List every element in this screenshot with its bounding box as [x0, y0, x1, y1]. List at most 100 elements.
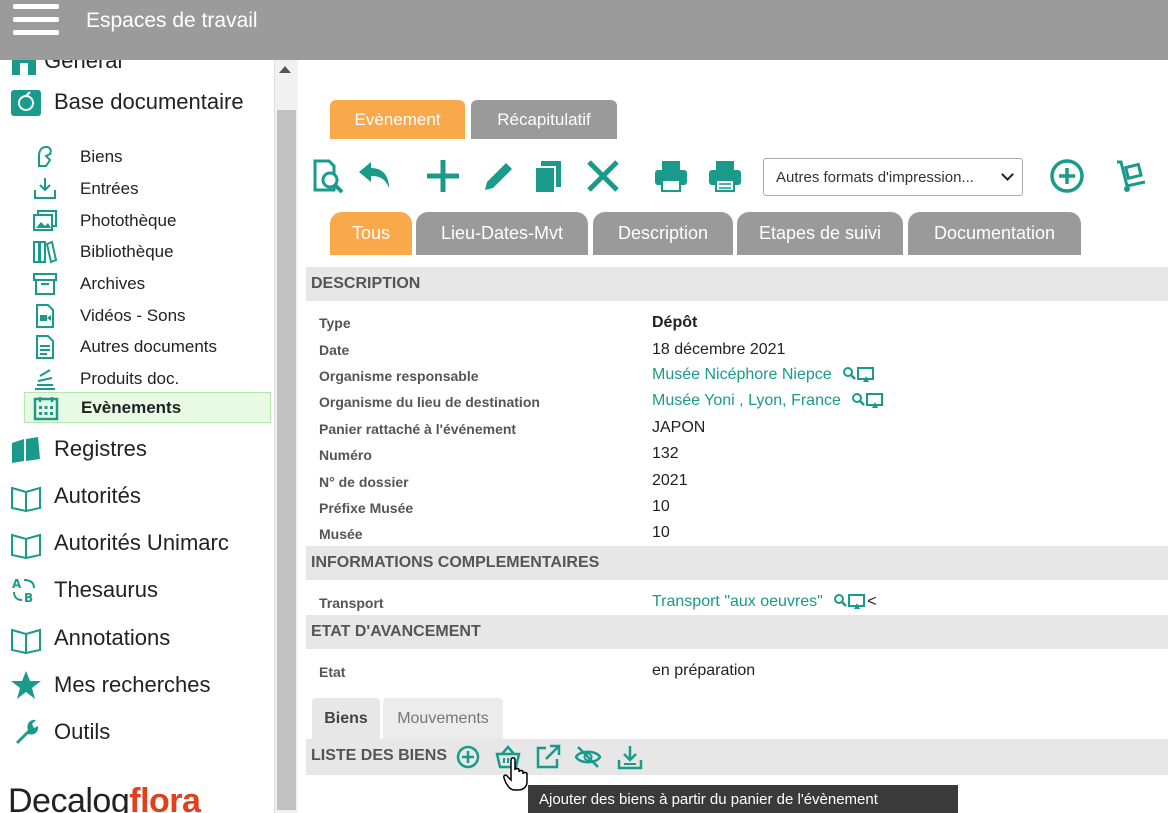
- sidebar-item-label: Bibliothèque: [80, 242, 174, 261]
- sidebar-item-outils[interactable]: Outils: [10, 716, 110, 748]
- sidebar-scrollbar[interactable]: [274, 60, 298, 813]
- sidebar-item-produits-doc[interactable]: Produits doc.: [32, 365, 179, 393]
- library-icon: [33, 240, 58, 264]
- open-book-icon: [11, 628, 41, 654]
- add-circle-button[interactable]: [1048, 156, 1086, 196]
- sidebar-item-label: Evènements: [81, 397, 182, 417]
- tab-mouvements[interactable]: Mouvements: [383, 698, 503, 739]
- stack-icon: [35, 369, 55, 390]
- search-locate-icon[interactable]: [851, 392, 885, 410]
- undo-button[interactable]: [356, 156, 394, 196]
- edit-button[interactable]: [480, 156, 518, 196]
- calendar-icon: [33, 396, 59, 420]
- open-book-icon: [11, 486, 41, 512]
- sidebar-item-label: Mes recherches: [54, 672, 211, 697]
- sidebar-item-autorites[interactable]: Autorités: [10, 480, 141, 512]
- sidebar-item-general[interactable]: Général: [10, 60, 122, 76]
- add-bien-button[interactable]: [454, 743, 482, 771]
- organisme-responsable-link[interactable]: Musée Nicéphore Niepce: [652, 366, 832, 383]
- preview-search-button[interactable]: [310, 156, 348, 196]
- field-value-panier: JAPON: [652, 419, 706, 436]
- tab-description[interactable]: Description: [593, 212, 733, 255]
- thesaurus-icon: AB: [12, 577, 35, 605]
- sidebar-item-label: Outils: [54, 719, 111, 744]
- tab-lieu-dates-mvt[interactable]: Lieu-Dates-Mvt: [416, 212, 588, 255]
- print-formats-select[interactable]: Autres formats d'impression...: [763, 158, 1023, 196]
- sidebar-item-registres[interactable]: Registres: [10, 433, 147, 465]
- sidebar-item-autorites-unimarc[interactable]: Autorités Unimarc: [10, 527, 229, 559]
- sidebar-item-mes-recherches[interactable]: Mes recherches: [10, 669, 211, 701]
- top-bar: Espaces de travail: [0, 0, 1168, 60]
- field-value-date: 18 décembre 2021: [652, 341, 786, 358]
- liste-des-biens-header: LISTE DES BIENS: [306, 739, 1168, 775]
- inbox-icon: [34, 178, 56, 199]
- sidebar-item-entrees[interactable]: Entrées: [32, 175, 139, 203]
- star-icon: [11, 671, 41, 699]
- hide-button[interactable]: [574, 743, 602, 771]
- sidebar-item-label: Annotations: [54, 625, 171, 650]
- field-label: Organisme responsable: [319, 368, 479, 384]
- tooltip: Ajouter des biens à partir du panier de …: [528, 785, 958, 813]
- delete-button[interactable]: [584, 156, 622, 196]
- open-book-icon: [11, 533, 41, 559]
- hamburger-menu-icon[interactable]: [13, 4, 59, 36]
- printer-icon: [709, 161, 741, 192]
- database-icon: [11, 90, 41, 116]
- download-button[interactable]: [616, 743, 644, 771]
- sidebar-item-biens[interactable]: Biens: [32, 143, 123, 171]
- document-icon: [36, 335, 54, 359]
- sidebar-item-label: Photothèque: [80, 211, 177, 230]
- sidebar-item-label: Archives: [80, 274, 146, 293]
- sidebar-item-bibliotheque[interactable]: Bibliothèque: [32, 238, 174, 266]
- tab-tous[interactable]: Tous: [330, 212, 412, 255]
- field-label: N° de dossier: [319, 474, 409, 490]
- sidebar-item-videos-sons[interactable]: Vidéos - Sons: [32, 302, 186, 330]
- search-locate-icon[interactable]: [833, 593, 867, 611]
- svg-text:A: A: [12, 577, 22, 591]
- field-label: Préfixe Musée: [319, 500, 414, 516]
- sidebar-item-thesaurus[interactable]: AB Thesaurus: [10, 574, 158, 606]
- tab-documentation[interactable]: Documentation: [908, 212, 1081, 255]
- sidebar-item-base-documentaire[interactable]: Base documentaire: [10, 86, 244, 118]
- transport-button[interactable]: [1112, 156, 1150, 196]
- scroll-thumb[interactable]: [277, 110, 296, 810]
- tab-recapitulatif[interactable]: Récapitulatif: [471, 100, 617, 139]
- transport-link[interactable]: Transport "aux oeuvres": [652, 593, 823, 610]
- wrench-icon: [16, 719, 39, 744]
- sidebar-item-archives[interactable]: Archives: [32, 270, 145, 298]
- field-value-etat: en préparation: [652, 662, 756, 679]
- add-button[interactable]: [424, 156, 462, 196]
- sidebar-item-label: Biens: [80, 147, 123, 166]
- print-button[interactable]: [652, 156, 690, 196]
- document-search-icon: [313, 159, 344, 194]
- sidebar-item-label: Thesaurus: [54, 577, 158, 602]
- app-title: Espaces de travail: [86, 9, 258, 32]
- copy-button[interactable]: [530, 156, 568, 196]
- sidebar-item-evenements[interactable]: Evènements: [24, 392, 271, 423]
- tab-evenement[interactable]: Evènement: [330, 100, 465, 139]
- photos-icon: [33, 210, 57, 231]
- field-label: Panier rattaché à l'événement: [319, 421, 517, 437]
- sidebar-item-phototheque[interactable]: Photothèque: [32, 207, 176, 235]
- undo-icon: [359, 162, 389, 188]
- sidebar-item-annotations[interactable]: Annotations: [10, 622, 170, 654]
- tab-etapes-de-suivi[interactable]: Etapes de suivi: [737, 212, 903, 255]
- books-icon: [12, 437, 40, 463]
- object-icon: [38, 145, 52, 167]
- open-external-button[interactable]: [534, 743, 562, 771]
- home-icon: [12, 60, 36, 76]
- section-description-header: DESCRIPTION: [306, 267, 1168, 301]
- field-value-transport: Transport "aux oeuvres" <: [652, 593, 877, 611]
- chevron-down-icon: [1001, 168, 1014, 181]
- print-alt-button[interactable]: [706, 156, 744, 196]
- tab-biens[interactable]: Biens: [312, 698, 380, 739]
- transport-suffix: <: [867, 593, 877, 611]
- sidebar-item-autres-documents[interactable]: Autres documents: [32, 333, 217, 361]
- sidebar-item-label: Autorités: [54, 483, 141, 508]
- close-icon: [587, 160, 619, 192]
- search-locate-icon[interactable]: [842, 366, 876, 384]
- archive-icon: [33, 273, 57, 295]
- scroll-up-arrow-icon[interactable]: [279, 66, 291, 73]
- organisme-destination-link[interactable]: Musée Yoni , Lyon, France: [652, 392, 841, 409]
- sidebar-item-label: Registres: [54, 436, 147, 461]
